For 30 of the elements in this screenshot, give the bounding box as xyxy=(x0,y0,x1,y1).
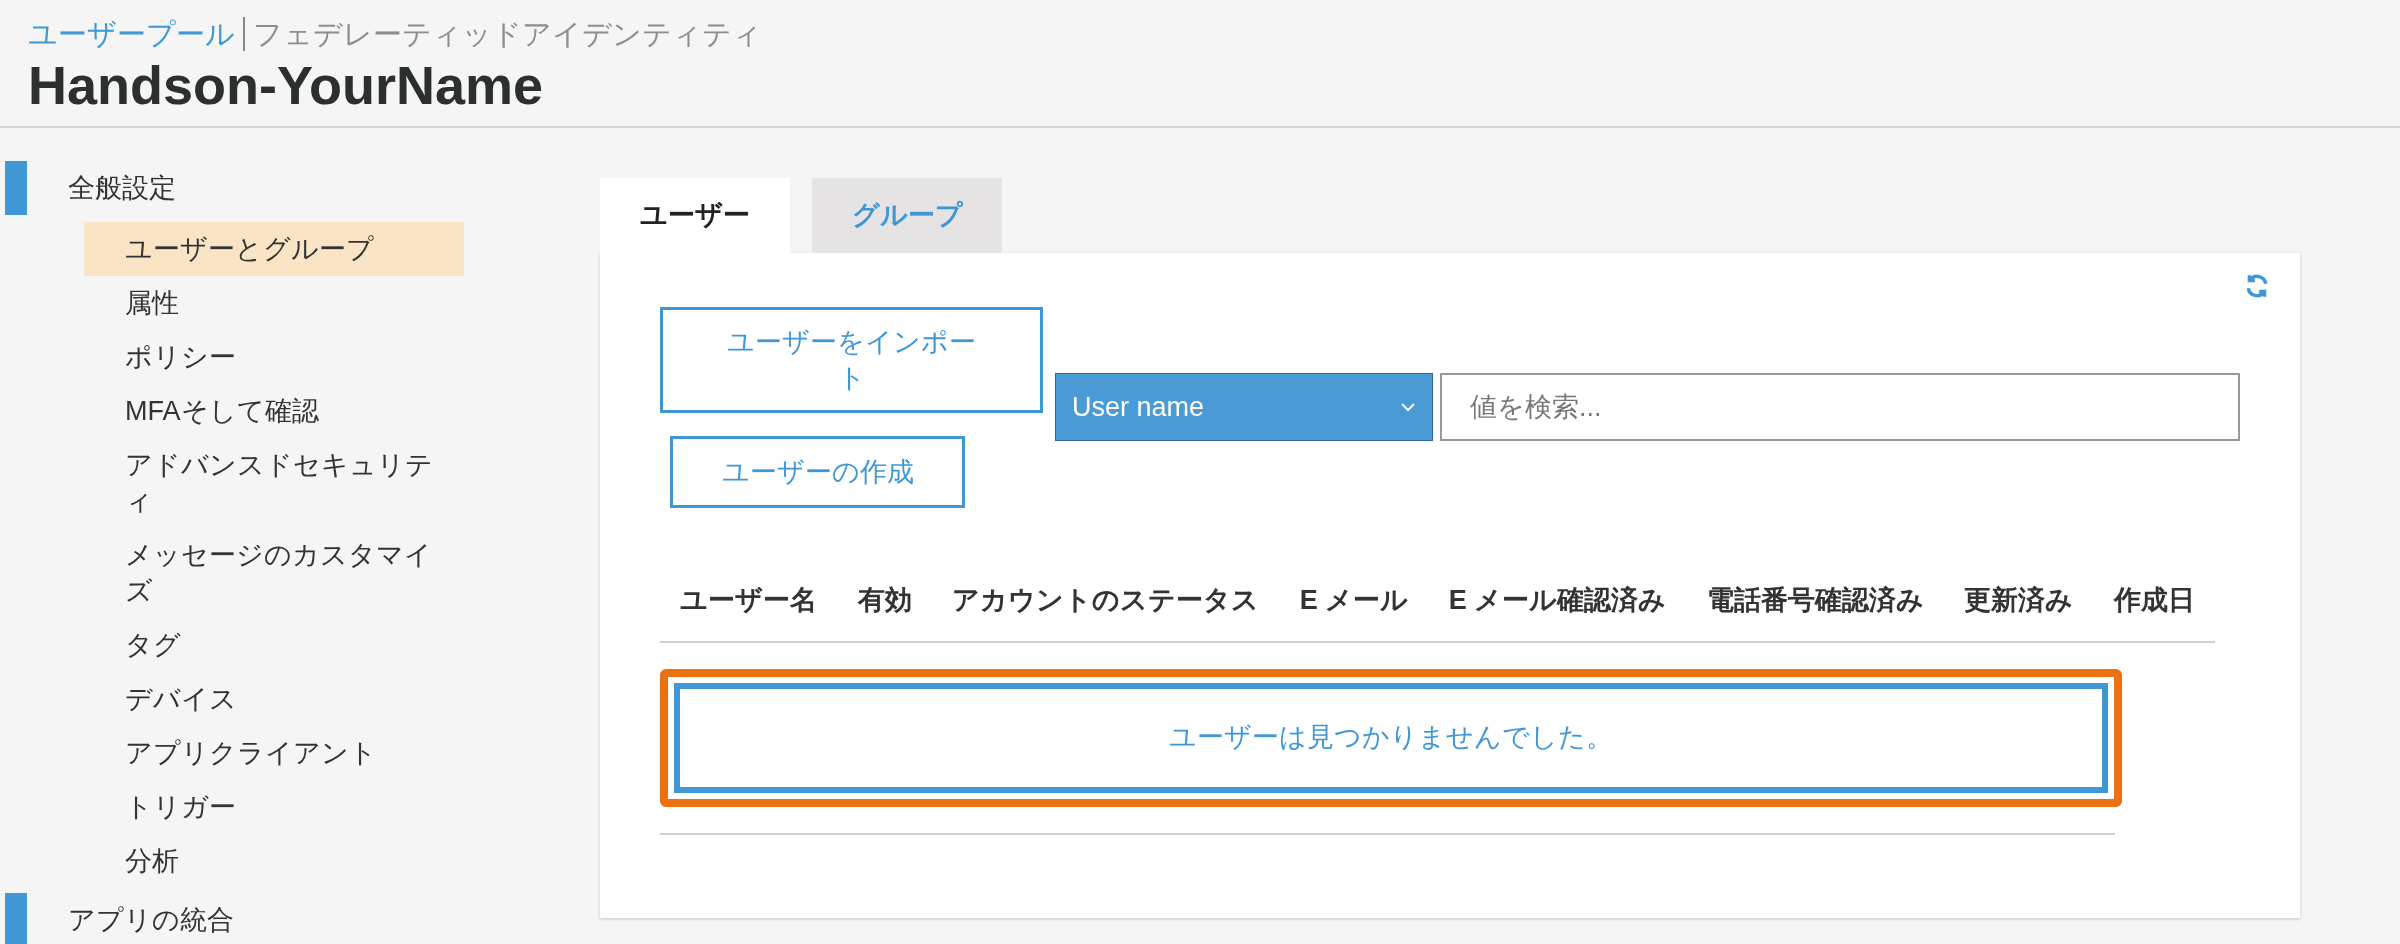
empty-message: ユーザーは見つかりませんでした。 xyxy=(674,682,2108,793)
column-header: 更新済み xyxy=(1964,584,2074,617)
sidebar-item[interactable]: トリガー xyxy=(84,780,464,834)
sidebar-item[interactable]: アプリクライアント xyxy=(84,726,464,780)
sidebar-section[interactable]: アプリの統合 xyxy=(68,899,234,941)
sidebar-item[interactable]: デバイス xyxy=(84,672,464,726)
section-marker xyxy=(5,893,27,944)
sidebar-item[interactable]: 属性 xyxy=(84,276,464,330)
breadcrumb-item: フェデレーティッドアイデンティティ xyxy=(253,17,762,52)
column-header: アカウントのステータス xyxy=(952,584,1260,617)
sidebar-item[interactable]: ユーザーとグループ xyxy=(84,222,464,276)
search-field[interactable]: 値を検索... xyxy=(1440,373,2240,441)
sidebar-item[interactable]: アドバンスドセキュリティ xyxy=(84,438,464,528)
sidebar-item[interactable]: 分析 xyxy=(84,834,464,888)
page-title: Handson-YourName xyxy=(28,54,545,116)
column-header: E メール確認済み xyxy=(1448,584,1667,617)
sidebar-item[interactable]: ポリシー xyxy=(84,330,464,384)
column-header: 作成日 xyxy=(2113,584,2195,617)
section-marker xyxy=(5,161,27,215)
column-header: ユーザー名 xyxy=(680,584,817,617)
column-header: 有効 xyxy=(857,584,912,617)
sidebar-section[interactable]: 全般設定 xyxy=(68,167,176,209)
column-header: 電話番号確認済み xyxy=(1706,584,1924,617)
tab[interactable]: ユーザー xyxy=(600,178,790,253)
sidebar-item[interactable]: MFAそして確認 xyxy=(84,384,464,438)
sidebar-item[interactable]: メッセージのカスタマイズ xyxy=(84,528,464,618)
column-header: E メール xyxy=(1299,584,1409,617)
chevron-down-icon xyxy=(1400,402,1416,412)
refresh-icon[interactable] xyxy=(2244,273,2270,299)
sidebar-item[interactable]: タグ xyxy=(84,618,464,672)
